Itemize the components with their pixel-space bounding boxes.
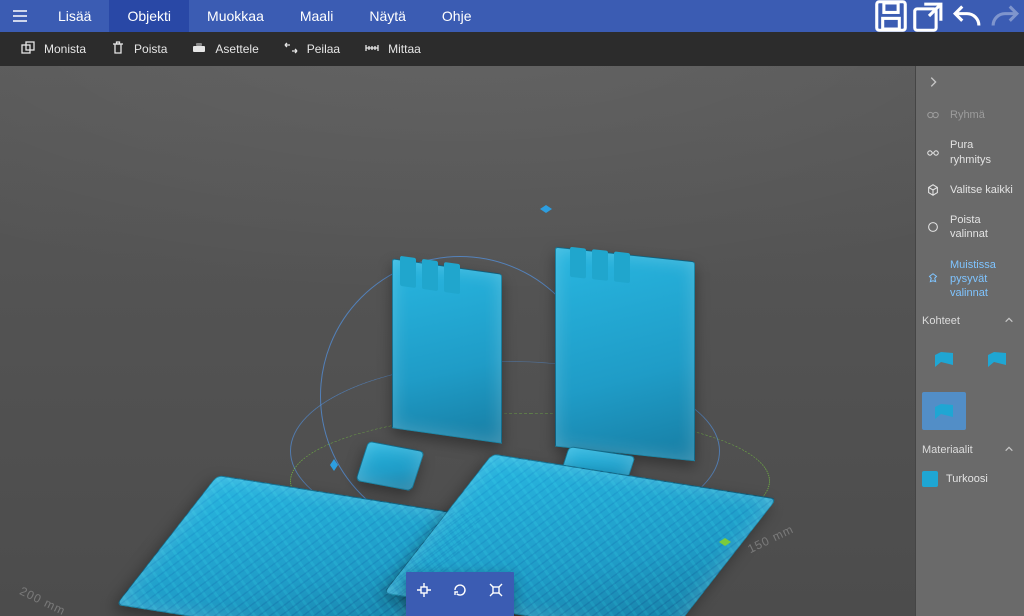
material-swatch [922, 471, 938, 487]
arrange-button[interactable]: Asettele [179, 32, 270, 66]
section-materials-label: Materiaalit [922, 444, 973, 456]
gizmo-ring-vertical [320, 256, 600, 536]
save-icon[interactable] [872, 0, 910, 32]
hud-degree: ° [442, 608, 478, 616]
gizmo-handle-top[interactable] [538, 201, 554, 217]
duplicate-label: Monista [44, 42, 86, 56]
ruler-label-right: 150 mm [745, 522, 796, 556]
persist-selection-action[interactable]: Muistissa pysyvät valinnat [916, 250, 1024, 309]
section-objects-label: Kohteet [922, 315, 960, 327]
menu-edit[interactable]: Muokkaa [189, 0, 282, 32]
gizmo-handle-left[interactable] [326, 457, 342, 473]
chevron-up-icon [1004, 315, 1014, 328]
mirror-button[interactable]: Peilaa [271, 32, 352, 66]
delete-button[interactable]: Poista [98, 32, 179, 66]
ungroup-icon [926, 146, 940, 160]
hamburger-menu[interactable] [0, 0, 40, 32]
viewport-3d[interactable]: 200 mm 150 mm 0 ° [0, 66, 915, 616]
delete-label: Poista [134, 42, 167, 56]
menu-insert[interactable]: Lisää [40, 0, 109, 32]
export-icon[interactable] [910, 0, 948, 32]
rotate-hud: 0 ° [406, 572, 514, 616]
hud-mode-scale[interactable] [478, 572, 514, 608]
menu-paint-label: Maali [300, 8, 333, 24]
mirror-icon [283, 40, 299, 59]
menu-object[interactable]: Objekti [109, 0, 189, 32]
menu-object-label: Objekti [127, 8, 171, 24]
undo-icon[interactable] [948, 0, 986, 32]
menu-help-label: Ohje [442, 8, 472, 24]
duplicate-button[interactable]: Monista [8, 32, 98, 66]
group-label: Ryhmä [950, 108, 985, 122]
menu-paint[interactable]: Maali [282, 0, 351, 32]
deselect-action[interactable]: Poista valinnat [916, 205, 1024, 250]
deselect-label: Poista valinnat [950, 213, 1014, 242]
arrange-icon [191, 40, 207, 59]
object-thumb-0[interactable] [922, 340, 965, 378]
group-action: Ryhmä [916, 100, 1024, 130]
delete-icon [110, 40, 126, 59]
chevron-up-icon-2 [1004, 444, 1014, 457]
measure-icon [364, 40, 380, 59]
material-turquoise[interactable]: Turkoosi [916, 463, 1024, 495]
menu-view[interactable]: Näytä [351, 0, 424, 32]
model-placeholder [140, 236, 780, 616]
hud-mode-axis[interactable] [406, 572, 442, 608]
section-materials[interactable]: Materiaalit [916, 438, 1024, 463]
duplicate-icon [20, 40, 36, 59]
mirror-label: Peilaa [307, 42, 340, 56]
chevron-right-icon [926, 75, 940, 92]
measure-button[interactable]: Mittaa [352, 32, 433, 66]
ungroup-label: Pura ryhmitys [950, 138, 1014, 167]
pin-icon [926, 272, 940, 286]
menu-insert-label: Lisää [58, 8, 91, 24]
material-label: Turkoosi [946, 473, 988, 485]
redo-icon [986, 0, 1024, 32]
menu-help[interactable]: Ohje [424, 0, 490, 32]
arrange-label: Asettele [215, 42, 258, 56]
section-objects[interactable]: Kohteet [916, 309, 1024, 334]
hud-rotate-reset[interactable] [442, 572, 478, 608]
menu-edit-label: Muokkaa [207, 8, 264, 24]
object-thumb-2[interactable] [922, 392, 966, 430]
select-all-icon [926, 183, 940, 197]
measure-label: Mittaa [388, 42, 421, 56]
gizmo-ring-horizontal [290, 361, 720, 541]
panel-collapse[interactable] [916, 66, 1024, 100]
hud-rotate-value[interactable]: 0 [406, 608, 442, 616]
persist-selection-label: Muistissa pysyvät valinnat [950, 258, 1014, 301]
gizmo-handle-right[interactable] [717, 534, 733, 550]
deselect-icon [926, 220, 940, 234]
select-all-action[interactable]: Valitse kaikki [916, 175, 1024, 205]
group-icon [926, 108, 940, 122]
select-all-label: Valitse kaikki [950, 183, 1013, 197]
object-thumb-1[interactable] [975, 340, 1018, 378]
menu-view-label: Näytä [369, 8, 406, 24]
hud-mode-move[interactable] [478, 608, 514, 616]
ungroup-action[interactable]: Pura ryhmitys [916, 130, 1024, 175]
ruler-label-left: 200 mm [17, 584, 68, 616]
gizmo-ring-ground [290, 413, 770, 549]
